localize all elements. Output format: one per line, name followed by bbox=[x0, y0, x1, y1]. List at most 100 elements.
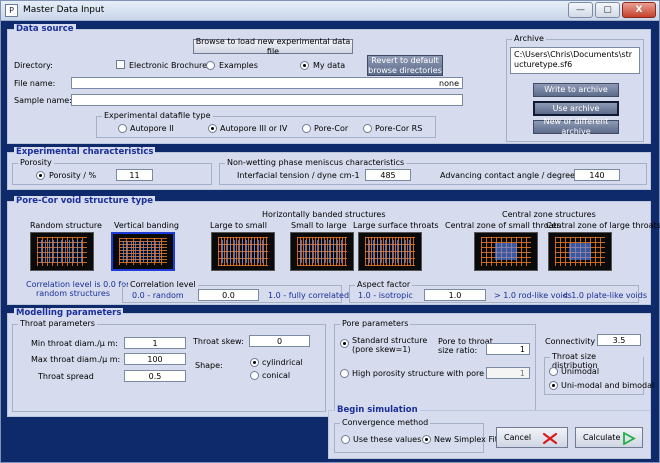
browse-data-file-button[interactable]: Browse to load new experimental data fil… bbox=[193, 37, 353, 56]
pore-throat-ratio-label: Pore to throat size ratio: bbox=[438, 337, 493, 355]
contact-angle-label: Advancing contact angle / degrees bbox=[440, 171, 580, 180]
contact-angle-field[interactable]: 140 bbox=[574, 169, 620, 181]
random-note-line1: Correlation level is 0.0 for bbox=[26, 280, 130, 289]
close-button[interactable]: X bbox=[622, 2, 656, 18]
porosity-group: Porosity Porosity / % 11 bbox=[12, 158, 212, 185]
archive-group: Archive C:\Users\Chris\Documents\structu… bbox=[506, 34, 644, 142]
shape-label-cylindrical: cylindrical bbox=[262, 358, 303, 367]
interfacial-tension-field[interactable]: 485 bbox=[365, 169, 411, 181]
central-zone-header: Central zone structures bbox=[502, 210, 596, 219]
calculate-button[interactable]: Calculate bbox=[575, 427, 643, 448]
app-icon: P bbox=[5, 4, 18, 17]
meniscus-group-label: Non-wetting phase meniscus characteristi… bbox=[225, 158, 407, 167]
throat-parameters-group: Throat parameters Min throat diam./µ m: … bbox=[12, 319, 326, 412]
simulation-section: Begin simulation Convergence method Use … bbox=[328, 405, 651, 459]
pore-skew-field[interactable]: 1 bbox=[486, 367, 530, 379]
random-structure-icon[interactable] bbox=[30, 232, 94, 271]
max-throat-label: Max throat diam./µ m: bbox=[31, 355, 121, 364]
archive-path-box[interactable]: C:\Users\Chris\Documents\structuretype.s… bbox=[510, 47, 640, 74]
aspect-plate-label: < 1.0 plate-like voids bbox=[562, 291, 648, 300]
revert-directories-button[interactable]: Revert to default browse directories bbox=[367, 55, 443, 76]
convergence-group: Convergence method Use these values New … bbox=[334, 418, 498, 453]
pore-parameters-group: Pore parameters Standard structure (pore… bbox=[334, 319, 536, 412]
cancel-label: Cancel bbox=[504, 432, 532, 442]
porosity-label: Porosity / % bbox=[49, 171, 97, 180]
standard-structure-radio[interactable] bbox=[340, 339, 349, 348]
type-label-autopore-iii-iv: Autopore III or IV bbox=[220, 124, 288, 133]
use-values-radio[interactable] bbox=[341, 435, 350, 444]
use-values-label: Use these values bbox=[353, 435, 422, 444]
pore-throat-ratio-field[interactable]: 1 bbox=[486, 343, 530, 355]
type-radio-pore-cor[interactable] bbox=[302, 124, 311, 133]
electronic-brochure-checkbox[interactable] bbox=[116, 60, 125, 69]
examples-label: Examples bbox=[219, 61, 258, 70]
central-small-throats-icon[interactable] bbox=[474, 232, 538, 271]
type-label-central-large: Central zone of large throats bbox=[546, 221, 660, 230]
type-label-large-surface: Large surface throats bbox=[353, 221, 439, 230]
max-throat-field[interactable]: 100 bbox=[124, 353, 186, 365]
window-title: Master Data Input bbox=[23, 5, 105, 15]
central-large-throats-icon[interactable] bbox=[548, 232, 612, 271]
title-bar: P Master Data Input — ▢ X bbox=[1, 1, 659, 21]
correlation-level-field[interactable]: 0.0 bbox=[198, 289, 259, 301]
large-to-small-icon[interactable] bbox=[211, 232, 275, 271]
cancel-x-icon bbox=[542, 432, 558, 445]
examples-radio[interactable] bbox=[206, 61, 215, 70]
meniscus-group: Non-wetting phase meniscus characteristi… bbox=[219, 158, 647, 185]
min-throat-field[interactable]: 1 bbox=[124, 337, 186, 349]
new-simplex-label: New Simplex Fit bbox=[434, 435, 498, 444]
aspect-factor-field[interactable]: 1.0 bbox=[424, 289, 486, 301]
void-structure-section: Pore-Cor void structure type Horizontall… bbox=[7, 196, 660, 305]
my-data-radio[interactable] bbox=[300, 61, 309, 70]
new-archive-button[interactable]: New or different archive bbox=[533, 117, 619, 136]
high-porosity-radio[interactable] bbox=[340, 369, 349, 378]
write-archive-button[interactable]: Write to archive bbox=[533, 83, 619, 97]
electronic-brochure-label: Electronic Brochure bbox=[129, 61, 208, 70]
large-surface-throats-icon[interactable] bbox=[358, 232, 422, 271]
sample-name-label: Sample name: bbox=[14, 96, 72, 105]
correlation-level-label: Correlation level bbox=[128, 280, 198, 289]
random-note-line2: random structures bbox=[35, 289, 111, 298]
use-archive-button[interactable]: Use archive bbox=[533, 101, 619, 116]
modelling-legend: Modelling parameters bbox=[14, 308, 124, 318]
aspect-factor-group: Aspect factor 1.0 - isotropic 1.0 > 1.0 … bbox=[349, 280, 647, 303]
throat-spread-field[interactable]: 0.5 bbox=[124, 370, 186, 382]
porosity-field[interactable]: 11 bbox=[116, 169, 153, 181]
void-structure-legend: Pore-Cor void structure type bbox=[14, 196, 156, 206]
type-radio-pore-cor-rs[interactable] bbox=[363, 124, 372, 133]
connectivity-label: Connectivity bbox=[545, 337, 596, 346]
play-triangle-icon bbox=[623, 432, 636, 445]
porosity-group-label: Porosity bbox=[18, 158, 54, 167]
type-label-vertical: Vertical banding bbox=[114, 221, 179, 230]
throat-skew-field[interactable]: 0 bbox=[249, 335, 310, 347]
bimodal-radio[interactable] bbox=[549, 381, 558, 390]
unimodal-radio[interactable] bbox=[549, 367, 558, 376]
minimize-button[interactable]: — bbox=[568, 2, 593, 18]
type-radio-autopore-iii-iv[interactable] bbox=[208, 124, 217, 133]
throat-skew-label: Throat skew: bbox=[193, 337, 244, 346]
cancel-button[interactable]: Cancel bbox=[496, 427, 568, 448]
porosity-radio[interactable] bbox=[36, 171, 45, 180]
type-radio-autopore-ii[interactable] bbox=[118, 124, 127, 133]
file-name-field[interactable]: none bbox=[71, 77, 463, 89]
sample-name-field[interactable] bbox=[71, 94, 463, 106]
archive-label: Archive bbox=[512, 34, 546, 43]
experimental-legend: Experimental characteristics bbox=[14, 147, 156, 157]
standard-line1: Standard structure bbox=[352, 336, 428, 345]
throat-distribution-group: Throat size distribution Unimodal Uni-mo… bbox=[544, 352, 654, 395]
interfacial-tension-label: Interfacial tension / dyne cm-1 bbox=[237, 171, 360, 180]
type-label-small-large: Small to large bbox=[291, 221, 347, 230]
new-simplex-radio[interactable] bbox=[422, 435, 431, 444]
horizontal-bands-header: Horizontally banded structures bbox=[262, 210, 386, 219]
small-to-large-icon[interactable] bbox=[290, 232, 354, 271]
shape-radio-cylindrical[interactable] bbox=[250, 358, 259, 367]
datafile-type-label: Experimental datafile type bbox=[102, 111, 213, 120]
type-label-large-small: Large to small bbox=[210, 221, 267, 230]
connectivity-field[interactable]: 3.5 bbox=[597, 334, 641, 346]
maximize-button[interactable]: ▢ bbox=[595, 2, 620, 18]
simulation-legend: Begin simulation bbox=[335, 405, 420, 415]
datafile-type-group: Experimental datafile type Autopore II A… bbox=[96, 111, 436, 138]
vertical-banding-icon[interactable] bbox=[111, 232, 175, 271]
shape-radio-conical[interactable] bbox=[250, 371, 259, 380]
revert-line1: Revert to default bbox=[371, 55, 439, 65]
